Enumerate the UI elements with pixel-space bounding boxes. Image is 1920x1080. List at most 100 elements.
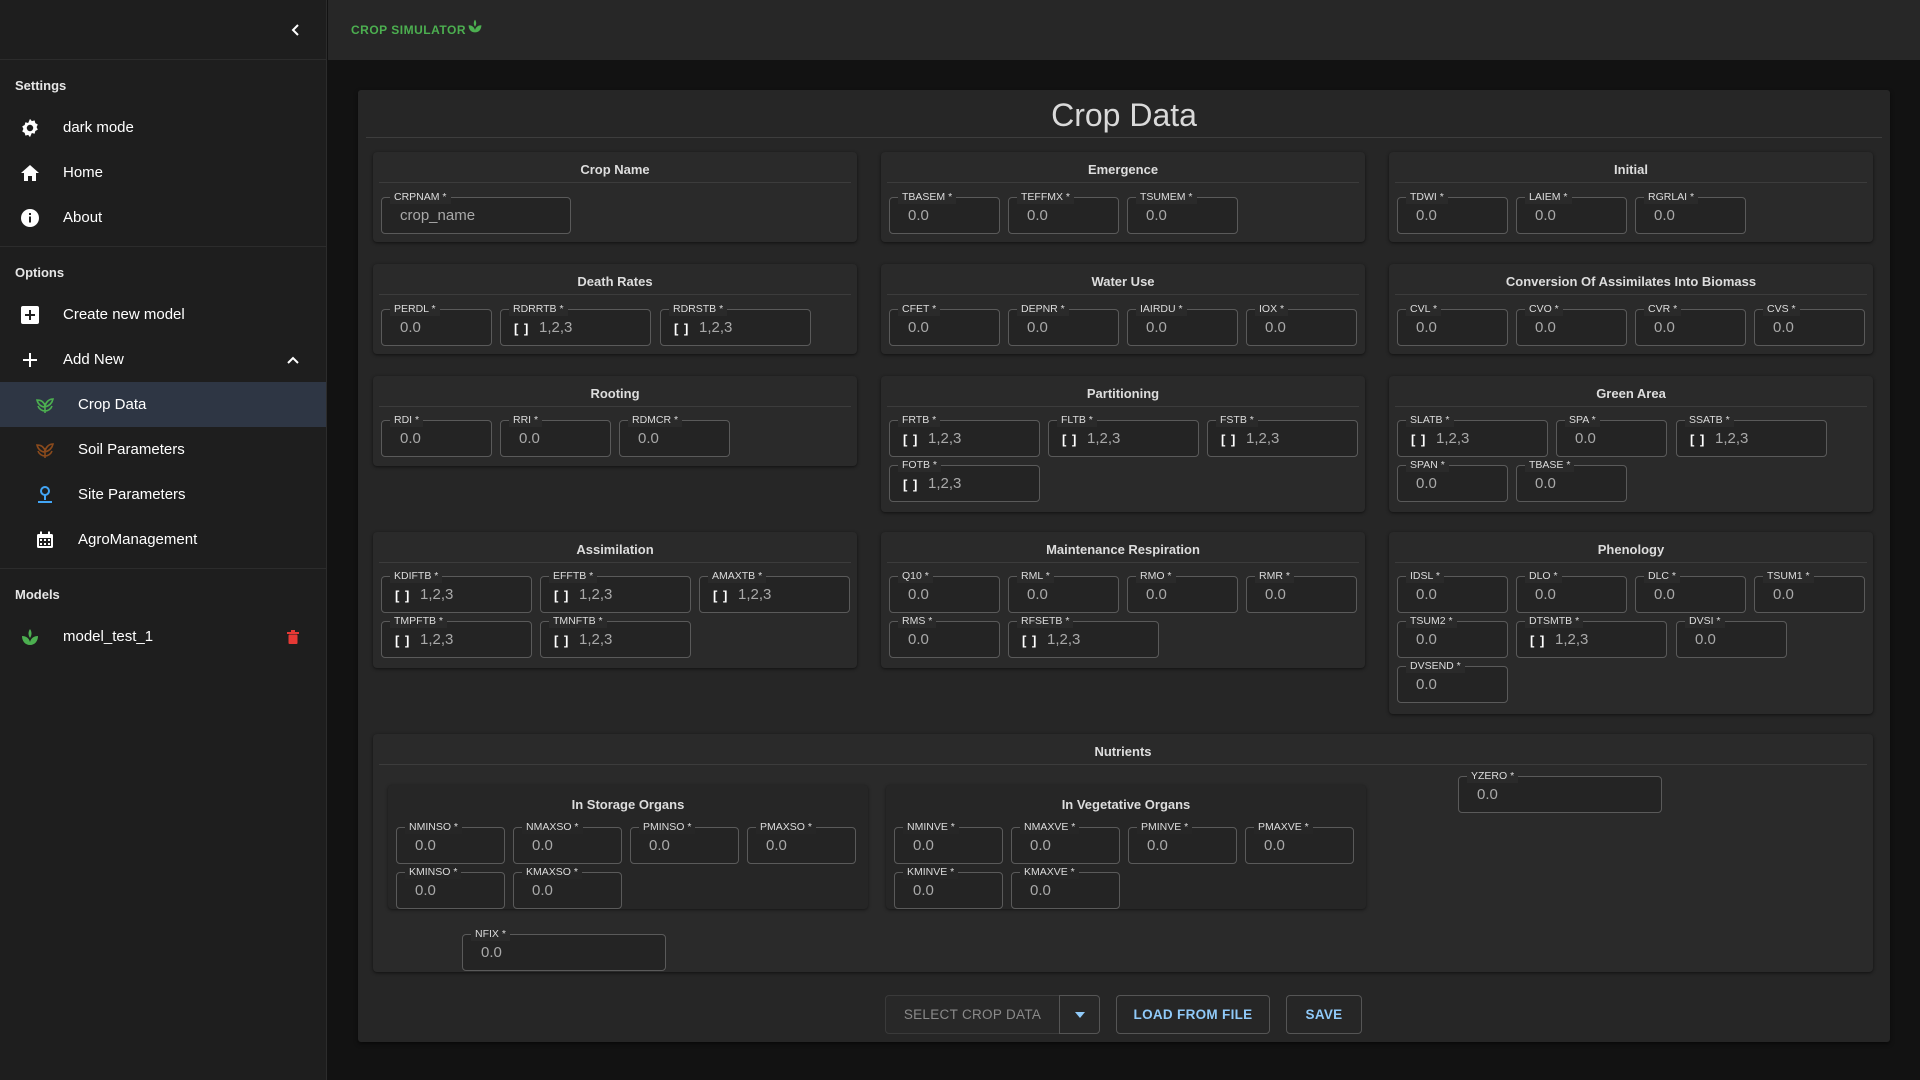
array-icon: [ ]	[903, 477, 919, 492]
field-yzero[interactable]: YZERO * 0.0	[1458, 769, 1662, 813]
select-crop-data-dropdown[interactable]	[1059, 995, 1100, 1034]
field-dvsi[interactable]: DVSI * 0.0	[1676, 614, 1787, 658]
field-label: TDWI *	[1406, 190, 1448, 204]
field-label: KMINVE *	[903, 865, 959, 879]
sidebar-item-create-new-model[interactable]: Create new model	[0, 292, 326, 337]
section-title: Crop Name	[580, 162, 650, 177]
field-cvl[interactable]: CVL * 0.0	[1397, 302, 1508, 346]
field-nmaxso[interactable]: NMAXSO * 0.0	[513, 820, 622, 864]
field-dlo[interactable]: DLO * 0.0	[1516, 569, 1627, 613]
field-tmnftb[interactable]: TMNFTB * [ ] 1,2,3	[540, 614, 691, 658]
field-dtsmtb[interactable]: DTSMTB * [ ] 1,2,3	[1516, 614, 1667, 658]
field-value: 0.0	[1416, 207, 1437, 224]
subsection-title: In Vegetative Organs	[1061, 797, 1191, 812]
sidebar-item-add-new[interactable]: Add New	[0, 337, 326, 382]
field-depnr[interactable]: DEPNR * 0.0	[1008, 302, 1119, 346]
field-iox[interactable]: IOX * 0.0	[1246, 302, 1357, 346]
field-rri[interactable]: RRI * 0.0	[500, 413, 611, 457]
field-iairdu[interactable]: IAIRDU * 0.0	[1127, 302, 1238, 346]
field-kmaxso[interactable]: KMAXSO * 0.0	[513, 865, 622, 909]
field-nminso[interactable]: NMINSO * 0.0	[396, 820, 505, 864]
field-pminso[interactable]: PMINSO * 0.0	[630, 820, 739, 864]
field-spa[interactable]: SPA * 0.0	[1556, 413, 1667, 457]
select-crop-data-button[interactable]: SELECT CROP DATA	[885, 995, 1060, 1034]
field-tmpftb[interactable]: TMPFTB * [ ] 1,2,3	[381, 614, 532, 658]
field-q10[interactable]: Q10 * 0.0	[889, 569, 1000, 613]
field-rdrrtb[interactable]: RDRRTB * [ ] 1,2,3	[500, 302, 651, 346]
field-rmo[interactable]: RMO * 0.0	[1127, 569, 1238, 613]
field-dvsend[interactable]: DVSEND * 0.0	[1397, 659, 1508, 703]
field-dlc[interactable]: DLC * 0.0	[1635, 569, 1746, 613]
save-button[interactable]: SAVE	[1286, 995, 1362, 1034]
field-pminve[interactable]: PMINVE * 0.0	[1128, 820, 1237, 864]
field-kmaxve[interactable]: KMAXVE * 0.0	[1011, 865, 1120, 909]
field-tbasem[interactable]: TBASEM * 0.0	[889, 190, 1000, 234]
section-title: Assimilation	[576, 542, 654, 557]
field-kminso[interactable]: KMINSO * 0.0	[396, 865, 505, 909]
field-cvo[interactable]: CVO * 0.0	[1516, 302, 1627, 346]
divider	[1395, 406, 1867, 407]
field-tsum2[interactable]: TSUM2 * 0.0	[1397, 614, 1508, 658]
field-label: FRTB *	[898, 413, 941, 427]
field-cvr[interactable]: CVR * 0.0	[1635, 302, 1746, 346]
field-rmr[interactable]: RMR * 0.0	[1246, 569, 1357, 613]
delete-model-button[interactable]	[282, 626, 304, 648]
field-rfsetb[interactable]: RFSETB * [ ] 1,2,3	[1008, 614, 1159, 658]
field-nmaxve[interactable]: NMAXVE * 0.0	[1011, 820, 1120, 864]
field-rdi[interactable]: RDI * 0.0	[381, 413, 492, 457]
sidebar-item-about[interactable]: About	[0, 195, 326, 240]
load-from-file-button[interactable]: LOAD FROM FILE	[1116, 995, 1270, 1034]
field-fotb[interactable]: FOTB * [ ] 1,2,3	[889, 458, 1040, 502]
collapse-sidebar-button[interactable]	[284, 18, 308, 42]
field-value: 0.0	[1773, 319, 1794, 336]
field-rgrlai[interactable]: RGRLAI * 0.0	[1635, 190, 1746, 234]
field-value: 1,2,3	[539, 319, 573, 336]
field-efftb[interactable]: EFFTB * [ ] 1,2,3	[540, 569, 691, 613]
field-tbase[interactable]: TBASE * 0.0	[1516, 458, 1627, 502]
field-ssatb[interactable]: SSATB * [ ] 1,2,3	[1676, 413, 1827, 457]
sidebar-item-site-parameters[interactable]: Site Parameters	[0, 472, 326, 517]
sidebar-item-dark-mode[interactable]: dark mode	[0, 105, 326, 150]
field-label: NMAXSO *	[522, 820, 583, 834]
field-laiem[interactable]: LAIEM * 0.0	[1516, 190, 1627, 234]
field-fstb[interactable]: FSTB * [ ] 1,2,3	[1207, 413, 1358, 457]
array-icon: [ ]	[514, 321, 530, 336]
field-nminve[interactable]: NMINVE * 0.0	[894, 820, 1003, 864]
sidebar-item-agromanagement[interactable]: AgroManagement	[0, 517, 326, 562]
field-slatb[interactable]: SLATB * [ ] 1,2,3	[1397, 413, 1548, 457]
sidebar-item-label: Soil Parameters	[78, 441, 185, 458]
field-value: 0.0	[1146, 586, 1167, 603]
sidebar-item-crop-data[interactable]: Crop Data	[0, 382, 326, 427]
field-rml[interactable]: RML * 0.0	[1008, 569, 1119, 613]
field-idsl[interactable]: IDSL * 0.0	[1397, 569, 1508, 613]
field-kminve[interactable]: KMINVE * 0.0	[894, 865, 1003, 909]
field-tsumem[interactable]: TSUMEM * 0.0	[1127, 190, 1238, 234]
field-kdiftb[interactable]: KDIFTB * [ ] 1,2,3	[381, 569, 532, 613]
brand-logo[interactable]: CROP SIMULATOR	[351, 18, 483, 37]
field-label: SPAN *	[1406, 458, 1449, 472]
field-rms[interactable]: RMS * 0.0	[889, 614, 1000, 658]
field-cfet[interactable]: CFET * 0.0	[889, 302, 1000, 346]
field-value: 0.0	[1027, 207, 1048, 224]
field-cvs[interactable]: CVS * 0.0	[1754, 302, 1865, 346]
field-perdl[interactable]: PERDL * 0.0	[381, 302, 492, 346]
field-frtb[interactable]: FRTB * [ ] 1,2,3	[889, 413, 1040, 457]
field-pmaxve[interactable]: PMAXVE * 0.0	[1245, 820, 1354, 864]
sprout-icon	[34, 394, 56, 416]
field-tdwi[interactable]: TDWI * 0.0	[1397, 190, 1508, 234]
field-teffmx[interactable]: TEFFMX * 0.0	[1008, 190, 1119, 234]
field-crpnam[interactable]: CRPNAM * crop_name	[381, 190, 571, 234]
sidebar-item-soil-parameters[interactable]: Soil Parameters	[0, 427, 326, 472]
field-rdrstb[interactable]: RDRSTB * [ ] 1,2,3	[660, 302, 811, 346]
field-pmaxso[interactable]: PMAXSO * 0.0	[747, 820, 856, 864]
section-title: Death Rates	[577, 274, 653, 289]
sidebar-item-home[interactable]: Home	[0, 150, 326, 195]
field-value: crop_name	[400, 207, 476, 224]
field-span[interactable]: SPAN * 0.0	[1397, 458, 1508, 502]
field-fltb[interactable]: FLTB * [ ] 1,2,3	[1048, 413, 1199, 457]
field-nfix[interactable]: NFIX * 0.0	[462, 927, 666, 971]
field-tsum1[interactable]: TSUM1 * 0.0	[1754, 569, 1865, 613]
sidebar-item-model[interactable]: model_test_1	[0, 614, 326, 659]
field-rdmcr[interactable]: RDMCR * 0.0	[619, 413, 730, 457]
field-amaxtb[interactable]: AMAXTB * [ ] 1,2,3	[699, 569, 850, 613]
